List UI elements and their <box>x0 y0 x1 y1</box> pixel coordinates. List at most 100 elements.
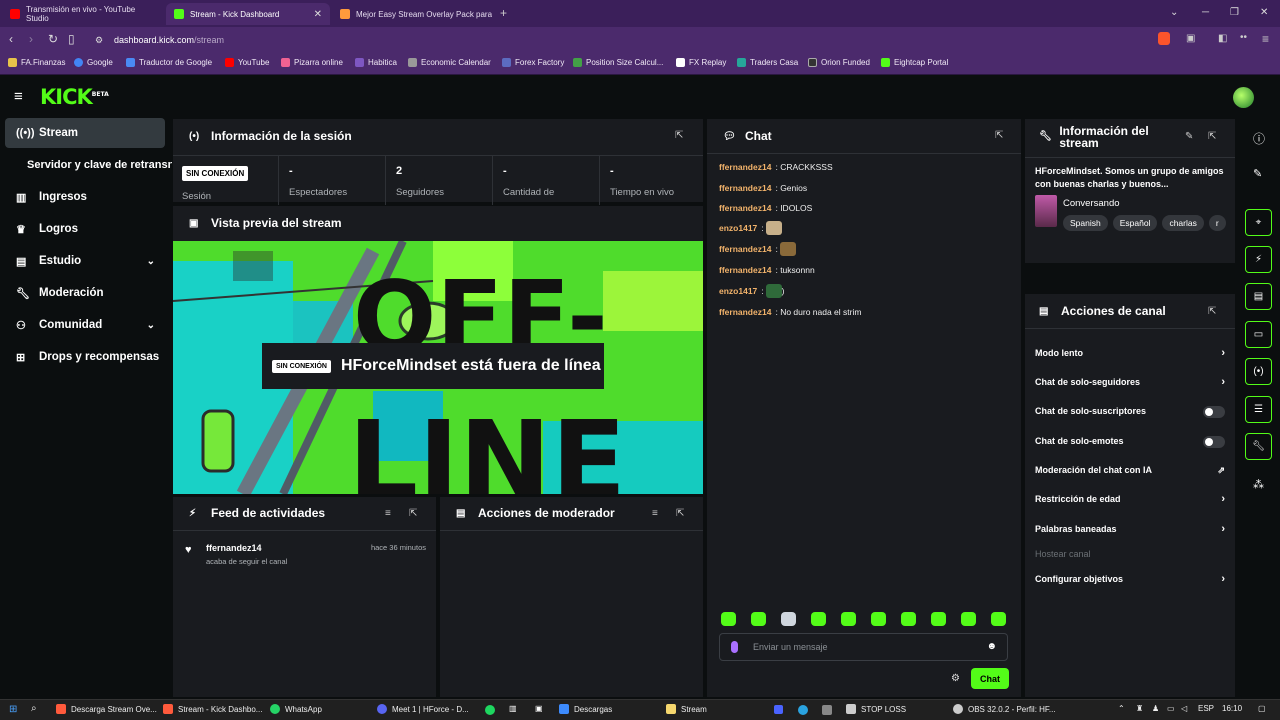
tag-chip[interactable]: Spanish <box>1063 215 1108 231</box>
windows-start-icon[interactable]: ⊞ <box>9 704 17 715</box>
app-icon[interactable] <box>822 705 832 715</box>
rail-button-info[interactable]: 🔧︎ <box>1245 433 1272 460</box>
tag-chip[interactable]: Español <box>1112 215 1158 231</box>
bookmark-item[interactable]: Traders Casa <box>737 58 798 67</box>
browser-tab-youtube[interactable]: Transmisión en vivo - YouTube Studio <box>2 3 164 25</box>
subscribers-only-toggle[interactable] <box>1203 406 1225 418</box>
emote-icon[interactable] <box>811 612 826 626</box>
emote-icon[interactable] <box>931 612 946 626</box>
close-tab-icon[interactable]: ✕ <box>314 9 322 20</box>
activity-user[interactable]: ffernandez14 <box>206 543 262 553</box>
sidebar-item-drops[interactable]: ⊞ Drops y recompensas <box>5 342 165 372</box>
sidebar-item-studio[interactable]: ▤ Estudio ⌄ <box>5 246 165 276</box>
category-thumbnail[interactable] <box>1035 195 1057 227</box>
back-icon[interactable]: ‹ <box>9 32 13 46</box>
volume-icon[interactable]: ◁ <box>1181 704 1187 713</box>
emote-icon[interactable] <box>961 612 976 626</box>
forward-icon[interactable]: › <box>29 32 33 46</box>
taskbar-app[interactable]: Descargas <box>559 704 612 714</box>
app-icon[interactable] <box>774 705 783 714</box>
rail-button-chat[interactable]: ▭ <box>1245 321 1272 348</box>
chat-username[interactable]: enzo1417 <box>719 223 757 233</box>
taskbar-app[interactable]: WhatsApp <box>270 704 322 714</box>
emote-icon[interactable] <box>871 612 886 626</box>
new-tab-icon[interactable]: + <box>500 6 507 20</box>
filter-icon[interactable]: ≡ <box>652 508 658 519</box>
channel-action-banned-words[interactable]: Palabras baneadas › <box>1035 523 1225 535</box>
tag-chip[interactable]: r <box>1208 215 1226 231</box>
notifications-icon[interactable]: ▢ <box>1258 704 1266 713</box>
chat-username[interactable]: ffernandez14 <box>719 307 771 317</box>
reader-icon[interactable]: ▣ <box>1186 33 1195 44</box>
bookmark-item[interactable]: Position Size Calcul... <box>573 58 663 67</box>
popout-icon[interactable]: ⇱ <box>1208 131 1216 142</box>
language-indicator[interactable]: ESP <box>1198 704 1214 713</box>
chat-input[interactable]: Enviar un mensaje ☻ <box>719 633 1008 661</box>
emotes-only-toggle[interactable] <box>1203 436 1225 448</box>
chat-username[interactable]: ffernandez14 <box>719 244 771 254</box>
microphone-icon[interactable] <box>731 641 738 653</box>
tray-app-icon[interactable]: ♟ <box>1152 704 1159 713</box>
settings-gear-icon[interactable]: ⚙ <box>951 673 960 684</box>
wallet-icon[interactable]: •• <box>1240 32 1247 43</box>
search-icon[interactable]: ⌕ <box>31 703 37 714</box>
popout-icon[interactable]: ⇱ <box>1208 306 1216 317</box>
channel-action-followers-only[interactable]: Chat de solo-seguidores › <box>1035 376 1225 388</box>
bookmark-item[interactable]: FA.Finanzas <box>8 58 65 67</box>
emote-icon[interactable] <box>991 612 1006 626</box>
tab-search-icon[interactable]: ⌄ <box>1170 7 1178 18</box>
taskbar-app[interactable]: Meet 1 | HForce - D... <box>377 704 469 714</box>
add-widget-icon[interactable]: ⁂ <box>1253 478 1264 491</box>
channel-action-ai-moderation[interactable]: Moderación del chat con IA ⇗ <box>1035 465 1225 476</box>
taskbar-app[interactable]: Stream - Kick Dashbo... <box>163 704 262 714</box>
emote-icon[interactable] <box>721 612 736 626</box>
tray-expand-icon[interactable]: ⌃ <box>1118 704 1125 713</box>
taskbar-app[interactable]: OBS 32.0.2 - Perfil: HF... <box>953 704 1056 714</box>
tag-chip[interactable]: charlas <box>1162 215 1204 231</box>
channel-action-age-restriction[interactable]: Restricción de edad › <box>1035 493 1225 505</box>
browser-tab-overlay[interactable]: Mejor Easy Stream Overlay Pack para <box>332 3 492 25</box>
bookmark-item[interactable]: Traductor de Google <box>126 58 212 67</box>
spotify-icon[interactable] <box>485 705 495 715</box>
bookmark-item[interactable]: FX Replay <box>676 58 726 67</box>
rail-button-mod[interactable]: ▤ <box>1245 283 1272 310</box>
chat-username[interactable]: ffernandez14 <box>719 183 771 193</box>
bookmark-item[interactable]: Google <box>74 58 113 67</box>
bookmark-item[interactable]: Orion Funded <box>808 58 870 67</box>
sidebar-item-achievements[interactable]: ♛ Logros <box>5 214 165 244</box>
chat-send-button[interactable]: Chat <box>971 668 1009 689</box>
brave-shield-icon[interactable] <box>1158 32 1170 45</box>
menu-icon[interactable]: ≡ <box>1262 32 1269 46</box>
taskbar-app[interactable]: Descarga Stream Ove... <box>56 704 157 714</box>
browser-tab-kick[interactable]: Stream - Kick Dashboard ✕ <box>166 3 330 25</box>
clock[interactable]: 16:10 <box>1222 704 1242 713</box>
sidebar-item-moderation[interactable]: 🔧︎ Moderación <box>5 278 165 308</box>
maximize-icon[interactable]: ❐ <box>1230 7 1239 18</box>
bookmark-icon[interactable]: ▯ <box>68 32 75 46</box>
edit-pencil-icon[interactable]: ✎ <box>1253 167 1262 180</box>
sidebar-toggle-icon[interactable]: ◧ <box>1218 33 1227 44</box>
emote-icon[interactable] <box>901 612 916 626</box>
kick-logo[interactable]: KICKBETA <box>40 85 109 109</box>
bookmark-item[interactable]: Economic Calendar <box>408 58 491 67</box>
rail-button-actions[interactable]: ☰ <box>1245 396 1272 423</box>
emote-icon[interactable] <box>781 612 796 626</box>
app-icon[interactable]: ▣ <box>535 704 543 713</box>
popout-icon[interactable]: ⇱ <box>995 130 1003 141</box>
popout-icon[interactable]: ⇱ <box>409 508 417 519</box>
app-icon[interactable]: ▥ <box>509 704 517 713</box>
rail-button-session[interactable]: ⌖ <box>1245 209 1272 236</box>
chat-username[interactable]: enzo1417 <box>719 286 757 296</box>
emote-icon[interactable] <box>751 612 766 626</box>
hamburger-menu-icon[interactable]: ≡ <box>14 88 23 105</box>
site-info-icon[interactable]: ⚙ <box>95 35 103 46</box>
info-icon[interactable]: ⓘ <box>1253 130 1265 147</box>
stream-category[interactable]: Conversando <box>1063 198 1120 209</box>
bookmark-item[interactable]: Forex Factory <box>502 58 564 67</box>
sidebar-item-stream[interactable]: ((•)) Stream <box>5 118 165 148</box>
bookmark-item[interactable]: YouTube <box>225 58 269 67</box>
reload-icon[interactable]: ↻ <box>48 32 58 46</box>
rail-button-activity[interactable]: ⚡︎ <box>1245 246 1272 273</box>
channel-action-goals[interactable]: Configurar objetivos › <box>1035 573 1225 585</box>
user-avatar[interactable] <box>1233 87 1254 108</box>
